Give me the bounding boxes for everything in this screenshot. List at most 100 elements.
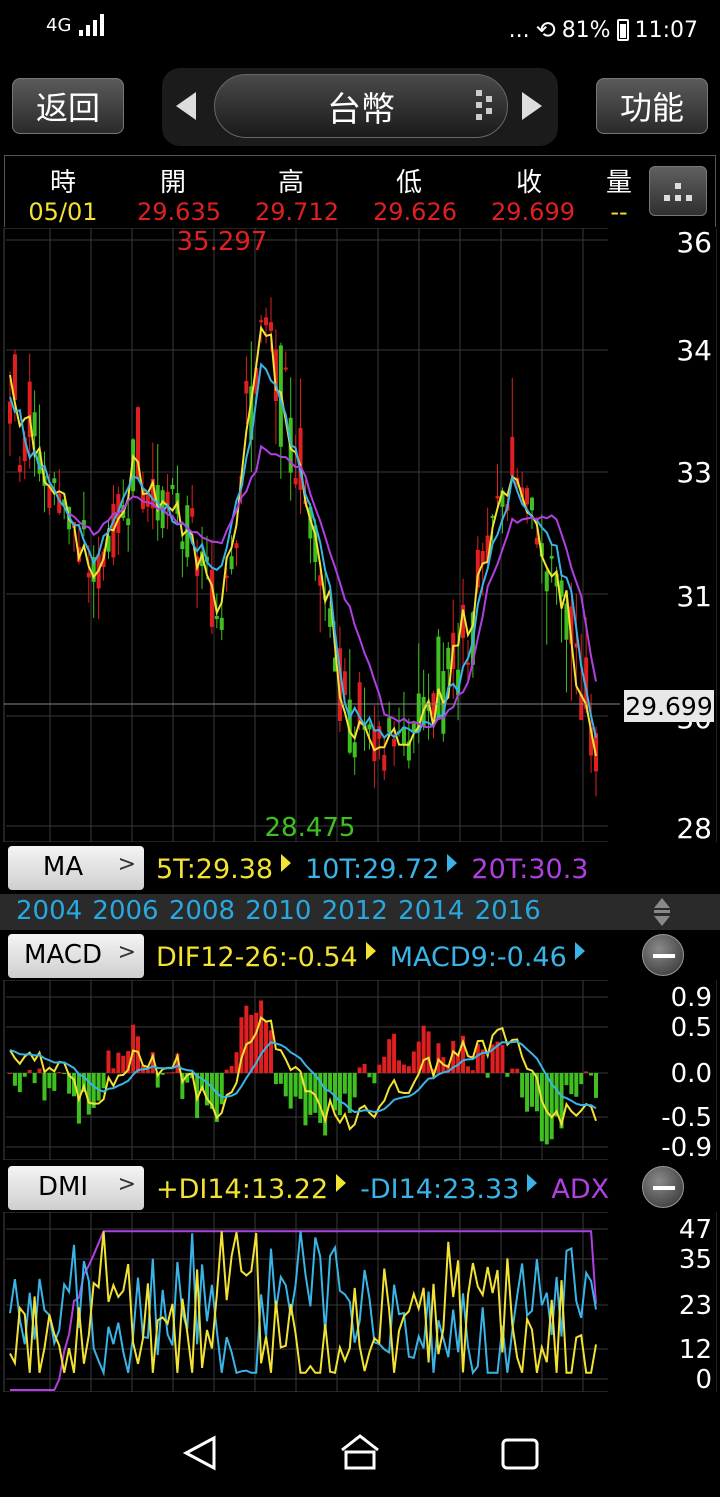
next-arrow-icon[interactable] bbox=[522, 92, 542, 120]
layout-toggle-button[interactable] bbox=[649, 166, 707, 216]
year-axis-bar[interactable]: 2004 2006 2008 2010 2012 2014 2016 bbox=[0, 894, 720, 930]
macd-bar bbox=[401, 1064, 406, 1073]
candle-body bbox=[52, 478, 57, 484]
macd-bar bbox=[505, 1073, 510, 1077]
value-low: 29.626 bbox=[373, 198, 457, 226]
macd-bar bbox=[333, 1073, 338, 1111]
macd-bar bbox=[234, 1052, 239, 1073]
adx-value: ADX bbox=[551, 1174, 610, 1205]
candle-body bbox=[549, 555, 554, 559]
collapse-macd-button[interactable] bbox=[642, 934, 684, 976]
macd-bar bbox=[52, 1073, 57, 1091]
chevron-right-icon: > bbox=[117, 940, 136, 965]
nav-recents-icon[interactable] bbox=[501, 1438, 539, 1470]
candle-body bbox=[8, 401, 12, 424]
top-bar: 返回 台幣 功能 bbox=[0, 62, 720, 150]
flag-icon bbox=[281, 854, 292, 872]
macd-bar bbox=[288, 1073, 293, 1109]
nav-back-icon[interactable] bbox=[182, 1435, 216, 1471]
grid-dots-icon[interactable] bbox=[476, 90, 498, 120]
candle-body bbox=[259, 320, 264, 323]
price-chart[interactable]: 36 34 33 31 30 28 29.699 35.297 28.475 bbox=[0, 228, 720, 842]
page-title[interactable]: 台幣 bbox=[214, 74, 508, 138]
macd-bar bbox=[160, 1073, 165, 1075]
ma10-line bbox=[9, 362, 597, 740]
candlesticks bbox=[8, 297, 598, 797]
macd-bar bbox=[529, 1073, 534, 1107]
candle-body bbox=[244, 380, 249, 394]
dmi-tick-12: 12 bbox=[679, 1335, 712, 1365]
macd-button[interactable]: MACD > bbox=[8, 934, 144, 978]
dmi-chart[interactable]: 47 35 23 12 0 bbox=[0, 1212, 720, 1392]
candle-body bbox=[17, 465, 22, 472]
ma-button[interactable]: MA > bbox=[8, 846, 144, 890]
battery-icon bbox=[616, 19, 629, 41]
macd-bar bbox=[574, 1073, 579, 1097]
year-labels: 2004 2006 2008 2010 2012 2014 2016 bbox=[16, 896, 541, 926]
quote-header: 時 開 高 低 收 量 05/01 29.635 29.712 29.626 2… bbox=[4, 155, 716, 227]
ma5-line bbox=[9, 325, 597, 757]
header-volume: 量 bbox=[605, 168, 632, 198]
candle-body bbox=[367, 724, 372, 730]
macd-bar bbox=[249, 1014, 254, 1073]
function-button[interactable]: 功能 bbox=[596, 78, 708, 134]
macd-bar bbox=[308, 1073, 313, 1115]
macd-chart[interactable]: 0.9 0.5 0.0 -0.5 -0.9 bbox=[0, 980, 720, 1160]
header-open: 開 bbox=[159, 168, 186, 198]
dmi-button-label: DMI bbox=[37, 1172, 89, 1202]
candle-body bbox=[190, 508, 195, 517]
macd-bar bbox=[224, 1069, 229, 1073]
candle-body bbox=[352, 742, 357, 758]
price-axis-panel bbox=[608, 228, 716, 842]
macd-bar bbox=[328, 1073, 333, 1091]
dif-value: DIF12-26:-0.54 bbox=[156, 942, 358, 973]
macd-bar bbox=[165, 1072, 170, 1074]
macd-button-label: MACD bbox=[24, 940, 102, 970]
macd-bar bbox=[520, 1073, 525, 1098]
flag-icon bbox=[527, 1174, 538, 1192]
macd-tick-neg0.9: -0.9 bbox=[661, 1133, 712, 1160]
macd-bar bbox=[42, 1073, 47, 1101]
macd-row: MACD > DIF12-26:-0.54 MACD9:-0.46 bbox=[0, 930, 720, 980]
system-nav-bar bbox=[182, 1434, 539, 1471]
low-price-label: 28.475 bbox=[265, 813, 356, 842]
macd-bar bbox=[278, 1073, 283, 1084]
macd-bar bbox=[229, 1065, 234, 1073]
macd-bar bbox=[362, 1063, 367, 1073]
macd-bar bbox=[106, 1050, 111, 1073]
ma20-value: 20T:30.3 bbox=[471, 854, 589, 885]
macd-bar bbox=[372, 1073, 377, 1084]
back-button[interactable]: 返回 bbox=[12, 78, 124, 134]
dmi-button[interactable]: DMI > bbox=[8, 1166, 144, 1210]
macd-tick-0.9: 0.9 bbox=[671, 983, 712, 1013]
macd-bar bbox=[564, 1073, 569, 1086]
macd-bar bbox=[357, 1067, 362, 1073]
candle-body bbox=[32, 412, 37, 437]
macd-bar bbox=[37, 1068, 42, 1073]
macd-bar bbox=[342, 1073, 347, 1094]
macd-bar bbox=[470, 1070, 475, 1073]
candle-body bbox=[525, 488, 530, 505]
dmi-grid bbox=[6, 1212, 608, 1392]
candle-body bbox=[392, 738, 397, 747]
macd-bar bbox=[485, 1073, 490, 1078]
candle-body bbox=[529, 497, 534, 511]
value-close: 29.699 bbox=[491, 198, 575, 226]
macd-bar bbox=[57, 1072, 62, 1074]
macd-bar bbox=[283, 1073, 288, 1097]
flag-icon bbox=[447, 854, 458, 872]
candle-body bbox=[234, 543, 239, 549]
flag-icon bbox=[365, 942, 376, 960]
last-price-label: 29.699 bbox=[625, 692, 712, 721]
macd-bar bbox=[303, 1073, 308, 1126]
price-grid bbox=[6, 228, 608, 842]
prev-arrow-icon[interactable] bbox=[176, 92, 196, 120]
header-time: 時 bbox=[49, 168, 76, 198]
zoom-handle-icon[interactable] bbox=[652, 896, 672, 928]
nav-home-icon[interactable] bbox=[341, 1434, 379, 1470]
macd-bar bbox=[377, 1064, 382, 1073]
macd-bar bbox=[170, 1072, 175, 1074]
flag-icon bbox=[574, 942, 585, 960]
collapse-dmi-button[interactable] bbox=[642, 1166, 684, 1208]
macd-bar bbox=[510, 1068, 515, 1073]
